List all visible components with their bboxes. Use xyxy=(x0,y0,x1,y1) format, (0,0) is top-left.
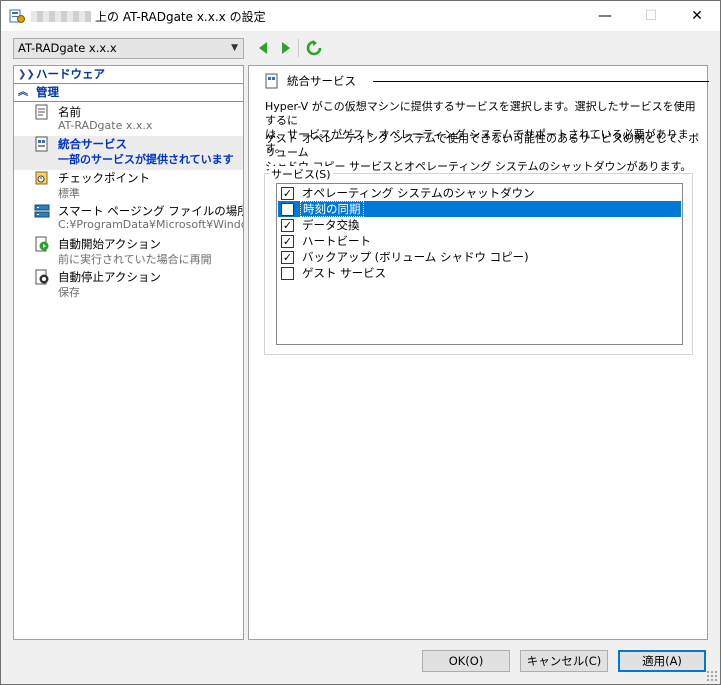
service-checkbox-time-sync[interactable] xyxy=(281,203,294,216)
service-item-shutdown[interactable]: ✓ オペレーティング システムのシャットダウン xyxy=(278,185,681,201)
auto-stop-icon xyxy=(35,269,49,285)
service-label-shutdown: オペレーティング システムのシャットダウン xyxy=(302,186,535,200)
sidebar-item-checkpoint[interactable]: チェックポイント 標準 xyxy=(14,170,243,202)
panel-title: 統合サービス xyxy=(287,74,356,88)
sidebar-item-auto-start-value: 前に実行されていた場合に再開 xyxy=(58,253,212,266)
section-management[interactable]: ︽ 管理 xyxy=(14,84,243,102)
service-label-data-exchange: データ交換 xyxy=(302,218,360,232)
description-1-line-1: Hyper-V がこの仮想マシンに提供するサービスを選択します。選択したサービス… xyxy=(265,100,696,127)
service-item-backup[interactable]: ✓ バックアップ (ボリューム シャドウ コピー) xyxy=(278,249,681,265)
integration-services-icon xyxy=(265,73,278,89)
paging-file-icon xyxy=(34,204,50,218)
title-bar[interactable]: 上の AT-RADgate x.x.x の設定 — ☐ ✕ xyxy=(1,1,720,31)
forward-arrow-icon[interactable] xyxy=(277,40,293,56)
auto-start-icon xyxy=(35,236,49,252)
service-label-heartbeat: ハートビート xyxy=(302,234,371,248)
section-management-label: 管理 xyxy=(36,85,59,99)
refresh-icon[interactable] xyxy=(306,40,322,56)
service-item-guest-services[interactable]: ゲスト サービス xyxy=(278,265,681,281)
vm-settings-icon xyxy=(9,9,25,23)
close-button[interactable]: ✕ xyxy=(674,1,720,31)
panel-header: 統合サービス xyxy=(265,73,709,89)
sidebar-item-auto-stop-value: 保存 xyxy=(58,286,80,299)
service-checkbox-data-exchange[interactable]: ✓ xyxy=(281,219,294,232)
sidebar-item-auto-start-label: 自動開始アクション xyxy=(58,237,161,251)
sidebar-item-checkpoint-label: チェックポイント xyxy=(58,171,150,185)
service-item-heartbeat[interactable]: ✓ ハートビート xyxy=(278,233,681,249)
maximize-button[interactable]: ☐ xyxy=(628,1,674,31)
settings-tree[interactable]: ❯❯ ハードウェア ︽ 管理 名前 AT-RADgate x.x.x 統合サービ… xyxy=(13,65,244,640)
minimize-button[interactable]: — xyxy=(582,1,628,31)
service-checkbox-shutdown[interactable]: ✓ xyxy=(281,187,294,200)
name-doc-icon xyxy=(35,104,48,120)
ok-button[interactable]: OK(O) xyxy=(422,650,510,672)
sidebar-item-name-label: 名前 xyxy=(58,105,81,119)
panel-title-rule xyxy=(373,81,709,82)
double-chevron-up-icon: ︽ xyxy=(18,87,28,98)
sidebar-item-integration-label: 統合サービス xyxy=(58,137,127,151)
section-hardware-label: ハードウェア xyxy=(36,67,105,81)
service-checkbox-guest-services[interactable] xyxy=(281,267,294,280)
apply-button[interactable]: 適用(A) xyxy=(618,650,706,672)
section-hardware[interactable]: ❯❯ ハードウェア xyxy=(14,66,243,84)
chevron-down-icon: ▼ xyxy=(231,43,238,53)
service-checkbox-heartbeat[interactable]: ✓ xyxy=(281,235,294,248)
vm-selector-value: AT-RADgate x.x.x xyxy=(18,41,117,55)
sidebar-item-checkpoint-value: 標準 xyxy=(58,187,80,200)
sidebar-item-auto-stop-label: 自動停止アクション xyxy=(58,270,161,284)
service-checkbox-backup[interactable]: ✓ xyxy=(281,251,294,264)
service-item-data-exchange[interactable]: ✓ データ交換 xyxy=(278,217,681,233)
window-title: 上の AT-RADgate x.x.x の設定 xyxy=(95,10,266,24)
integration-services-panel: 統合サービス Hyper-V がこの仮想マシンに提供するサービスを選択します。選… xyxy=(248,65,709,640)
sidebar-item-name-value: AT-RADgate x.x.x xyxy=(58,119,153,132)
service-label-guest-services: ゲスト サービス xyxy=(302,266,387,280)
title-hidden-host xyxy=(31,11,91,22)
sidebar-item-integration-services[interactable]: 統合サービス 一部のサービスが提供されています xyxy=(14,136,243,170)
description-2-line-1: ゲスト オペレーティング システムで使用できない可能性のあるサービスの例として、… xyxy=(265,132,700,159)
checkpoint-icon xyxy=(35,171,48,185)
sidebar-item-paging-label: スマート ページング ファイルの場所 xyxy=(58,204,244,218)
sidebar-item-auto-start[interactable]: 自動開始アクション 前に実行されていた場合に再開 xyxy=(14,236,243,268)
settings-window: 上の AT-RADgate x.x.x の設定 — ☐ ✕ AT-RADgate… xyxy=(0,0,721,685)
integration-services-icon xyxy=(35,136,48,152)
services-group-label: サービス(S) xyxy=(269,166,333,182)
sidebar-item-paging-value: C:¥ProgramData¥Microsoft¥Windo... xyxy=(58,218,244,231)
sidebar-item-name[interactable]: 名前 AT-RADgate x.x.x xyxy=(14,104,243,136)
vm-selector-dropdown[interactable]: AT-RADgate x.x.x ▼ xyxy=(13,38,244,59)
cancel-button[interactable]: キャンセル(C) xyxy=(520,650,608,672)
sidebar-item-integration-value: 一部のサービスが提供されています xyxy=(58,153,234,166)
service-label-time-sync: 時刻の同期 xyxy=(300,201,364,217)
service-item-time-sync[interactable]: 時刻の同期 xyxy=(278,201,681,217)
service-label-backup: バックアップ (ボリューム シャドウ コピー) xyxy=(302,250,529,264)
sidebar-item-smart-paging[interactable]: スマート ページング ファイルの場所 C:¥ProgramData¥Micros… xyxy=(14,203,243,235)
resize-grip[interactable] xyxy=(706,670,718,682)
back-arrow-icon[interactable] xyxy=(256,40,272,56)
double-chevron-down-icon: ❯❯ xyxy=(18,69,35,80)
services-list[interactable]: ✓ オペレーティング システムのシャットダウン 時刻の同期 ✓ データ交換 ✓ … xyxy=(276,183,683,345)
toolbar-separator xyxy=(298,39,299,57)
sidebar-item-auto-stop[interactable]: 自動停止アクション 保存 xyxy=(14,269,243,301)
